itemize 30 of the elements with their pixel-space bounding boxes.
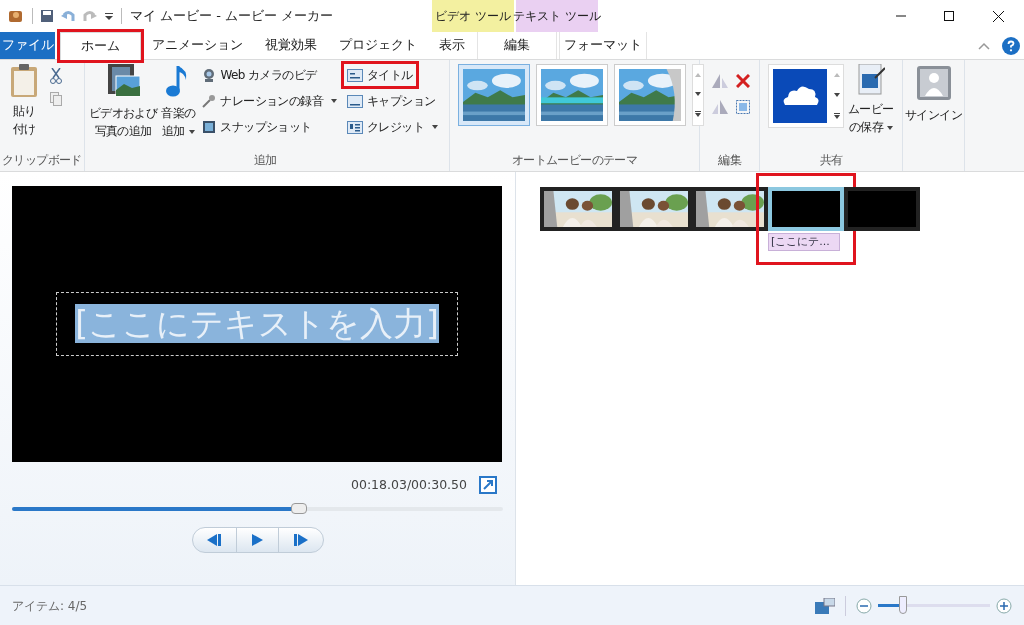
ribbon-tab[interactable]: プロジェクト [328, 32, 428, 59]
caption-clip[interactable]: [ここにテ... [768, 233, 840, 251]
ribbon-command[interactable]: キャプション [344, 90, 439, 112]
ribbon-tab[interactable]: フォーマット [559, 32, 647, 59]
group-label: 編集 [717, 152, 743, 169]
ribbon-tab[interactable]: 表示 [428, 32, 476, 59]
paste-button[interactable]: 貼り 付け [6, 64, 42, 138]
context-tab-header: テキスト ツール [516, 0, 599, 32]
group-label: クリップボード [2, 152, 82, 169]
sign-in-button[interactable]: サインイン [905, 66, 963, 124]
group-label: 追加 [252, 152, 278, 169]
window-title: マイ ムービー - ムービー メーカー [130, 7, 334, 26]
ribbon-command[interactable]: クレジット [344, 116, 442, 138]
ribbon-tab[interactable]: ファイル [0, 32, 55, 59]
ribbon-tab[interactable]: 編集 [477, 32, 557, 59]
group-label: オートムービーのテーマ [510, 152, 639, 169]
save-movie-button[interactable]: ムービー の保存 [848, 64, 894, 136]
context-tab-header: ビデオ ツール [432, 0, 515, 32]
playback-time: 00:18.03/00:30.50 [351, 476, 467, 494]
ribbon-command[interactable]: Web カメラのビデ [199, 64, 320, 86]
item-count: アイテム: 4/5 [12, 597, 88, 615]
ribbon-command[interactable]: タイトル [344, 64, 416, 86]
ribbon-tab[interactable]: アニメーション [141, 32, 254, 59]
ribbon-command[interactable]: スナップショット [199, 116, 315, 138]
add-music-button[interactable]: 音楽の 追加 [161, 64, 196, 140]
group-label: 共有 [818, 152, 844, 169]
ribbon-tab[interactable]: 視覚効果 [254, 32, 328, 59]
add-videos-photos-button[interactable]: ビデオおよび 写真の追加 [88, 64, 158, 140]
ribbon-tab[interactable]: ホーム [60, 32, 141, 60]
ribbon-command[interactable]: ナレーションの録音 [199, 90, 341, 112]
